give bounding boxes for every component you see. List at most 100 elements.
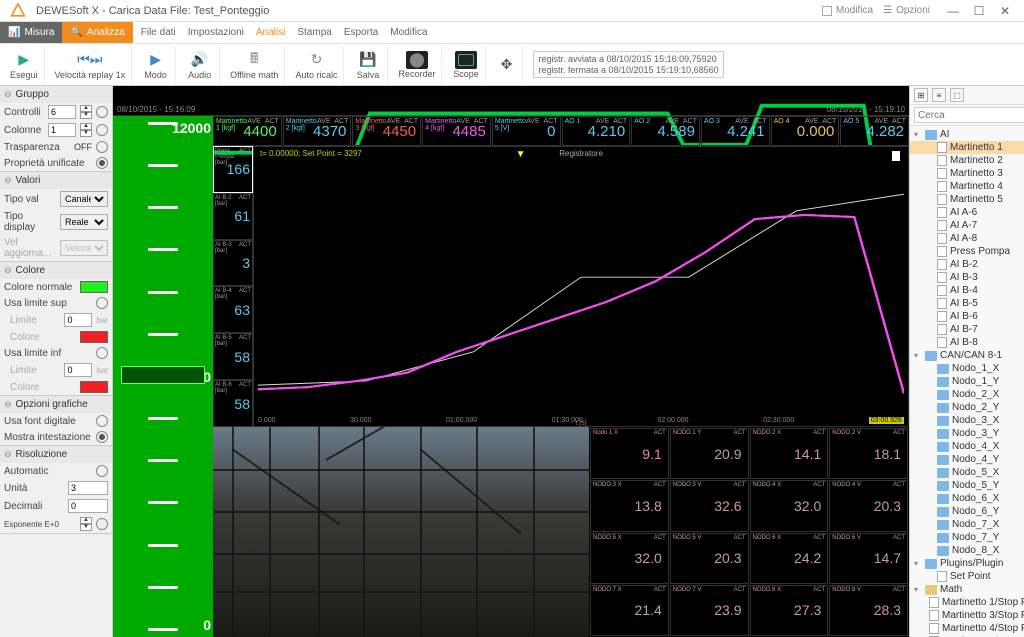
sideval[interactable]: Press Pompa [bar]ACT166: [213, 146, 253, 193]
view-grid-icon[interactable]: ⊞: [914, 88, 928, 102]
nodecell[interactable]: NODO 4 XACT32.0: [750, 480, 829, 531]
ribbon-modo[interactable]: ▶Modo: [136, 46, 176, 84]
numcell[interactable]: AO 4AVE ACT0.000: [771, 116, 840, 146]
numcell[interactable]: AO 1AVE ACT4.210: [562, 116, 631, 146]
tree-node[interactable]: Nodo_6_X: [910, 492, 1024, 505]
color-inf-swatch[interactable]: [80, 381, 108, 393]
nodecell[interactable]: NODO 7 VACT23.9: [670, 585, 749, 636]
color-normal-swatch[interactable]: [80, 281, 108, 293]
menu-impostazioni[interactable]: Impostazioni: [188, 27, 244, 38]
menu-stampa[interactable]: Stampa: [297, 27, 331, 38]
ribbon-scope[interactable]: Scope: [446, 46, 486, 84]
tree-node[interactable]: AI A-7: [910, 219, 1024, 232]
nodecell[interactable]: NODO 6 VACT14.7: [829, 533, 908, 584]
ribbon-offline-math[interactable]: 🖩Offline math: [224, 46, 285, 84]
tab-analizza[interactable]: 🔍Analizza: [62, 22, 132, 43]
tree-node[interactable]: ▾AI: [910, 128, 1024, 141]
minimize-button[interactable]: —: [940, 2, 966, 20]
tree-node[interactable]: Nodo_2_Y: [910, 401, 1024, 414]
numcell[interactable]: AO 5AVE ACT4.282: [840, 116, 909, 146]
nodecell[interactable]: NODO 5 XACT32.0: [590, 533, 669, 584]
numcell[interactable]: AO 2AVE ACT4.589: [631, 116, 700, 146]
numcell[interactable]: AO 3AVE ACT4.241: [701, 116, 770, 146]
tree-node[interactable]: AI B-2: [910, 258, 1024, 271]
tree-node[interactable]: Nodo_3_X: [910, 414, 1024, 427]
nodecell[interactable]: NODO 5 VACT20.3: [670, 533, 749, 584]
tab-misura[interactable]: 📊Misura: [0, 22, 62, 43]
nodecell[interactable]: NODO 7 XACT21.4: [590, 585, 669, 636]
maximize-button[interactable]: ☐: [966, 2, 992, 20]
camera-view[interactable]: [213, 427, 589, 637]
tree-node[interactable]: Martinetto 1: [910, 141, 1024, 154]
tree-node[interactable]: AI B-3: [910, 271, 1024, 284]
ribbon-velocità-replay-1x[interactable]: ⏮⏭Velocità replay 1x: [49, 46, 133, 84]
tree-node[interactable]: Nodo_2_X: [910, 388, 1024, 401]
colonne-input[interactable]: [48, 123, 76, 137]
tree-node[interactable]: Nodo_3_Y: [910, 427, 1024, 440]
timeline-overview[interactable]: 08/10/2015 - 15:16:09 08/10/2015 - 15:19…: [113, 86, 909, 116]
tree-node[interactable]: Nodo_5_X: [910, 466, 1024, 479]
numcell[interactable]: Martinetto 5 [V]AVE ACT0: [492, 116, 561, 146]
tree-node[interactable]: Nodo_5_Y: [910, 479, 1024, 492]
green-gauge[interactable]: 12000 6000 0: [113, 116, 213, 637]
nodecell[interactable]: NODO 8 XACT27.3: [750, 585, 829, 636]
search-input[interactable]: [914, 107, 1024, 123]
tree-node[interactable]: Nodo_7_Y: [910, 531, 1024, 544]
nodecell[interactable]: NODO 3 VACT32.6: [670, 480, 749, 531]
ribbon-recorder[interactable]: ⬤Recorder: [392, 46, 442, 84]
tree-node[interactable]: Nodo_1_Y: [910, 375, 1024, 388]
tree-node[interactable]: AI A-8: [910, 232, 1024, 245]
cursor-marker-icon[interactable]: ▼: [516, 149, 526, 160]
tree-node[interactable]: ▾Plugins/Plugin: [910, 557, 1024, 570]
ribbon-audio[interactable]: 🔊Audio: [180, 46, 220, 84]
numcell[interactable]: Martinetto 4 [kgf]AVE ACT4485: [422, 116, 491, 146]
tree-node[interactable]: Martinetto 2: [910, 154, 1024, 167]
tree-node[interactable]: Martinetto 5: [910, 193, 1024, 206]
nodecell[interactable]: NODO 2 XACT14.1: [750, 428, 829, 479]
tree-node[interactable]: Nodo_4_X: [910, 440, 1024, 453]
nodecell[interactable]: Nodo 1 XACT9.1: [590, 428, 669, 479]
tree-node[interactable]: AI B-4: [910, 284, 1024, 297]
sideval[interactable]: AI B-5 [bar]ACT58: [213, 333, 253, 380]
numcell[interactable]: Martinetto 1 [kgf]AVE ACT4400: [213, 116, 282, 146]
nodecell[interactable]: NODO 6 XACT24.2: [750, 533, 829, 584]
tipoval-select[interactable]: Canale: [60, 191, 108, 207]
tree-node[interactable]: Set Point: [910, 570, 1024, 583]
main-graph[interactable]: t= 0.00000; Set Point = 3297 Registrator…: [253, 146, 909, 427]
tree-node[interactable]: Press Pompa: [910, 245, 1024, 258]
numcell[interactable]: Martinetto 3 [kgf]AVE ACT4450: [352, 116, 421, 146]
tree-node[interactable]: Nodo_8_X: [910, 544, 1024, 557]
tree-node[interactable]: Martinetto 4/Stop PID: [910, 622, 1024, 635]
menu-modifica[interactable]: Modifica: [390, 27, 427, 38]
nodecell[interactable]: NODO 3 XACT13.8: [590, 480, 669, 531]
menu-esporta[interactable]: Esporta: [344, 27, 378, 38]
tree-node[interactable]: Martinetto 3: [910, 167, 1024, 180]
tree-node[interactable]: Martinetto 4: [910, 180, 1024, 193]
vel-select[interactable]: Veloce (0,1 s: [60, 240, 108, 256]
tree-node[interactable]: AI B-7: [910, 323, 1024, 336]
sideval[interactable]: AI B-6 [bar]ACT58: [213, 380, 253, 427]
sideval[interactable]: AI B-2 [bar]ACT61: [213, 193, 253, 240]
tree-node[interactable]: Nodo_7_X: [910, 518, 1024, 531]
tree-node[interactable]: Nodo_1_X: [910, 362, 1024, 375]
ribbon-salva[interactable]: 💾Salva: [348, 46, 388, 84]
cursor-tool[interactable]: ✥: [490, 46, 523, 84]
end-marker-icon[interactable]: [892, 151, 900, 161]
tree-node[interactable]: Nodo_6_Y: [910, 505, 1024, 518]
view-tree-icon[interactable]: ⬚: [950, 88, 964, 102]
view-list-icon[interactable]: ≡: [932, 88, 946, 102]
menu-file dati[interactable]: File dati: [141, 27, 176, 38]
nodecell[interactable]: NODO 2 VACT18.1: [829, 428, 908, 479]
modifica-toggle[interactable]: Modifica: [822, 5, 873, 16]
tree-node[interactable]: AI B-6: [910, 310, 1024, 323]
tree-node[interactable]: Martinetto 3/Stop PID: [910, 609, 1024, 622]
color-sup-swatch[interactable]: [80, 331, 108, 343]
nodecell[interactable]: NODO 8 VACT28.3: [829, 585, 908, 636]
ribbon-esegui[interactable]: ▶Esegui: [4, 46, 45, 84]
opzioni-button[interactable]: ☰ Opzioni: [883, 5, 930, 16]
tree-node[interactable]: AI B-8: [910, 336, 1024, 349]
sideval[interactable]: AI B-3 [bar]ACT3: [213, 240, 253, 287]
tree-node[interactable]: AI B-5: [910, 297, 1024, 310]
tree-node[interactable]: Nodo_4_Y: [910, 453, 1024, 466]
close-button[interactable]: ✕: [992, 2, 1018, 20]
